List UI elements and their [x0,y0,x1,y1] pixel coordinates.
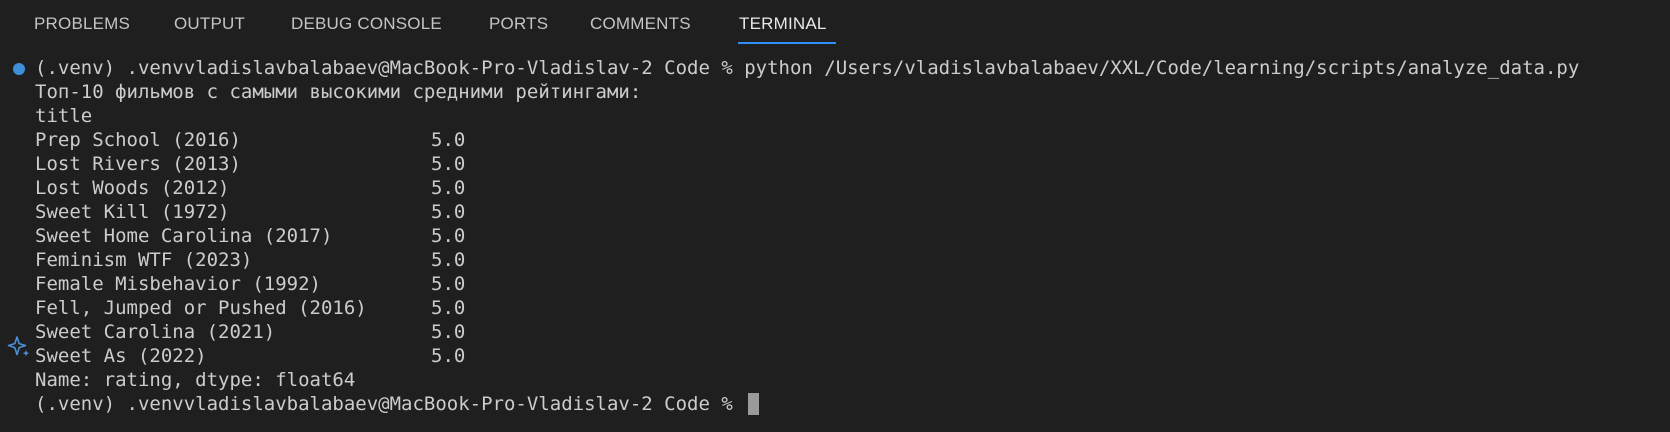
table-row: Sweet Carolina (2021) 5.0 [35,320,465,344]
row-title: Lost Woods (2012) [35,177,230,199]
panel-tab-bar: PROBLEMS OUTPUT DEBUG CONSOLE PORTS COMM… [0,0,1670,48]
row-title: Sweet As (2022) [35,345,207,367]
text-cursor [748,393,760,415]
row-title: Sweet Home Carolina (2017) [35,225,333,247]
row-rating: 5.0 [431,345,466,367]
tab-ports[interactable]: PORTS [489,14,548,34]
table-row: Sweet As (2022) 5.0 [35,344,465,368]
row-title: Fell, Jumped or Pushed (2016) [35,297,367,319]
row-title: Female Misbehavior (1992) [35,273,321,295]
terminal-panel: PROBLEMS OUTPUT DEBUG CONSOLE PORTS COMM… [0,0,1670,432]
row-rating: 5.0 [431,201,466,223]
table-row: Sweet Kill (1972) 5.0 [35,200,465,224]
table-row: Prep School (2016) 5.0 [35,128,465,152]
row-rating: 5.0 [431,273,466,295]
row-title: Sweet Carolina (2021) [35,321,276,343]
row-rating: 5.0 [431,249,466,271]
row-title: Prep School (2016) [35,129,241,151]
prompt-line[interactable]: (.venv) .venvvladislavbalabaev@MacBook-P… [35,392,760,416]
table-row: Female Misbehavior (1992) 5.0 [35,272,465,296]
row-rating: 5.0 [431,297,466,319]
sparkle-icon[interactable] [7,335,31,359]
row-rating: 5.0 [431,177,466,199]
table-row: Fell, Jumped or Pushed (2016) 5.0 [35,296,465,320]
table-row: Lost Woods (2012) 5.0 [35,176,465,200]
active-tab-indicator [738,42,836,44]
row-title: Lost Rivers (2013) [35,153,241,175]
table-row: Lost Rivers (2013) 5.0 [35,152,465,176]
row-title: Feminism WTF (2023) [35,249,253,271]
table-row: Sweet Home Carolina (2017) 5.0 [35,224,465,248]
row-title: Sweet Kill (1972) [35,201,230,223]
command-line: (.venv) .venvvladislavbalabaev@MacBook-P… [35,57,1580,79]
tab-output[interactable]: OUTPUT [174,14,245,34]
tab-problems[interactable]: PROBLEMS [34,14,130,34]
row-rating: 5.0 [431,129,466,151]
index-name: title [35,105,93,127]
tab-debug-console[interactable]: DEBUG CONSOLE [291,14,442,34]
output-header: Топ-10 фильмов с самыми высокими средним… [35,81,642,103]
tab-terminal[interactable]: TERMINAL [739,14,827,34]
row-rating: 5.0 [431,225,466,247]
row-rating: 5.0 [431,153,466,175]
terminal-output[interactable]: (.venv) .venvvladislavbalabaev@MacBook-P… [0,56,1670,432]
command-status-dot-icon[interactable] [13,63,25,75]
row-rating: 5.0 [431,321,466,343]
output-footer: Name: rating, dtype: float64 [35,369,356,391]
prompt-text: (.venv) .venvvladislavbalabaev@MacBook-P… [35,393,745,415]
tab-comments[interactable]: COMMENTS [590,14,691,34]
table-row: Feminism WTF (2023) 5.0 [35,248,465,272]
